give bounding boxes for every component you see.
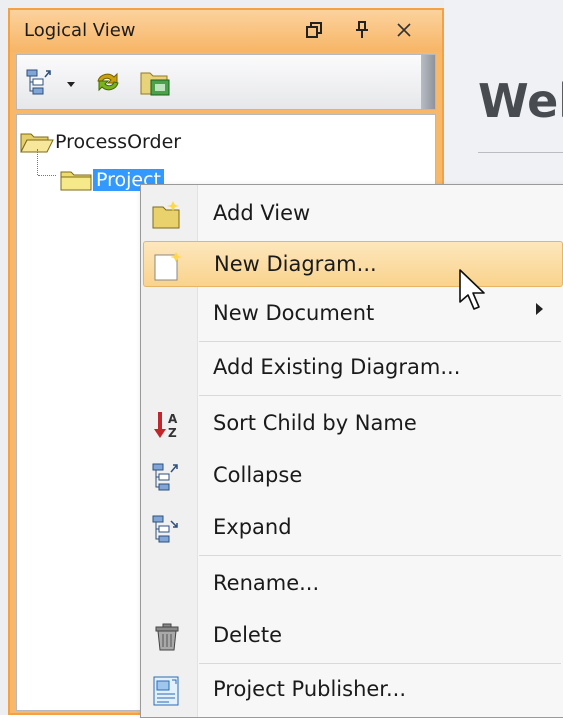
context-menu: Add View New Diagram... New Document Add… bbox=[140, 184, 563, 718]
menu-item-new-document[interactable]: New Document bbox=[143, 291, 563, 337]
menu-item-label: Expand bbox=[213, 515, 292, 539]
menu-item-label: Collapse bbox=[213, 463, 303, 487]
panel-toolbar bbox=[16, 54, 436, 110]
tree-connector bbox=[37, 149, 38, 175]
mouse-cursor-icon bbox=[458, 268, 488, 316]
collapse-icon bbox=[151, 461, 183, 493]
menu-item-label: New Diagram... bbox=[214, 252, 377, 276]
sort-icon: A Z bbox=[151, 409, 183, 441]
menu-item-add-view[interactable]: Add View bbox=[143, 191, 563, 237]
menu-item-rename[interactable]: Rename... bbox=[143, 561, 563, 607]
pin-icon[interactable] bbox=[348, 16, 376, 44]
refresh-icon[interactable] bbox=[93, 67, 123, 97]
menu-item-expand[interactable]: Expand bbox=[143, 505, 563, 551]
folder-icon bbox=[59, 168, 93, 192]
menu-item-label: New Document bbox=[213, 301, 375, 325]
collapse-tree-icon[interactable] bbox=[25, 67, 55, 97]
panel-header: Logical View bbox=[10, 10, 442, 52]
publisher-icon bbox=[151, 675, 183, 707]
submenu-arrow-icon bbox=[536, 303, 543, 315]
menu-item-label: Sort Child by Name bbox=[213, 411, 417, 435]
folder-filter-icon[interactable] bbox=[139, 67, 170, 97]
divider bbox=[478, 152, 563, 153]
toolbar-grip bbox=[421, 55, 435, 109]
add-view-icon bbox=[151, 199, 183, 231]
tree-node-root[interactable]: ProcessOrder bbox=[19, 127, 181, 157]
trash-icon bbox=[151, 621, 183, 653]
expand-icon bbox=[151, 513, 183, 545]
menu-item-label: Rename... bbox=[213, 571, 320, 595]
menu-separator bbox=[199, 663, 561, 664]
welcome-title: Wel bbox=[478, 74, 563, 128]
menu-separator bbox=[199, 341, 561, 342]
menu-item-label: Delete bbox=[213, 623, 282, 647]
menu-item-collapse[interactable]: Collapse bbox=[143, 453, 563, 499]
panel-title: Logical View bbox=[24, 20, 136, 41]
menu-separator bbox=[199, 555, 561, 556]
close-icon[interactable] bbox=[390, 16, 418, 44]
svg-text:A: A bbox=[168, 412, 178, 426]
new-diagram-icon bbox=[152, 250, 184, 282]
svg-text:Z: Z bbox=[168, 426, 177, 440]
menu-item-project-publisher[interactable]: Project Publisher... bbox=[143, 667, 563, 713]
tree-node-label: ProcessOrder bbox=[55, 131, 182, 153]
menu-item-new-diagram[interactable]: New Diagram... bbox=[143, 241, 563, 287]
menu-separator bbox=[199, 395, 561, 396]
dropdown-arrow-icon[interactable] bbox=[65, 75, 77, 87]
menu-item-add-existing-diagram[interactable]: Add Existing Diagram... bbox=[143, 345, 563, 391]
menu-item-delete[interactable]: Delete bbox=[143, 613, 563, 659]
menu-item-sort-child[interactable]: A Z Sort Child by Name bbox=[143, 401, 563, 447]
tree-connector bbox=[38, 175, 56, 176]
menu-item-label: Add Existing Diagram... bbox=[213, 355, 461, 379]
restore-icon[interactable] bbox=[300, 16, 328, 44]
menu-item-label: Add View bbox=[213, 201, 311, 225]
menu-item-label: Project Publisher... bbox=[213, 677, 407, 701]
